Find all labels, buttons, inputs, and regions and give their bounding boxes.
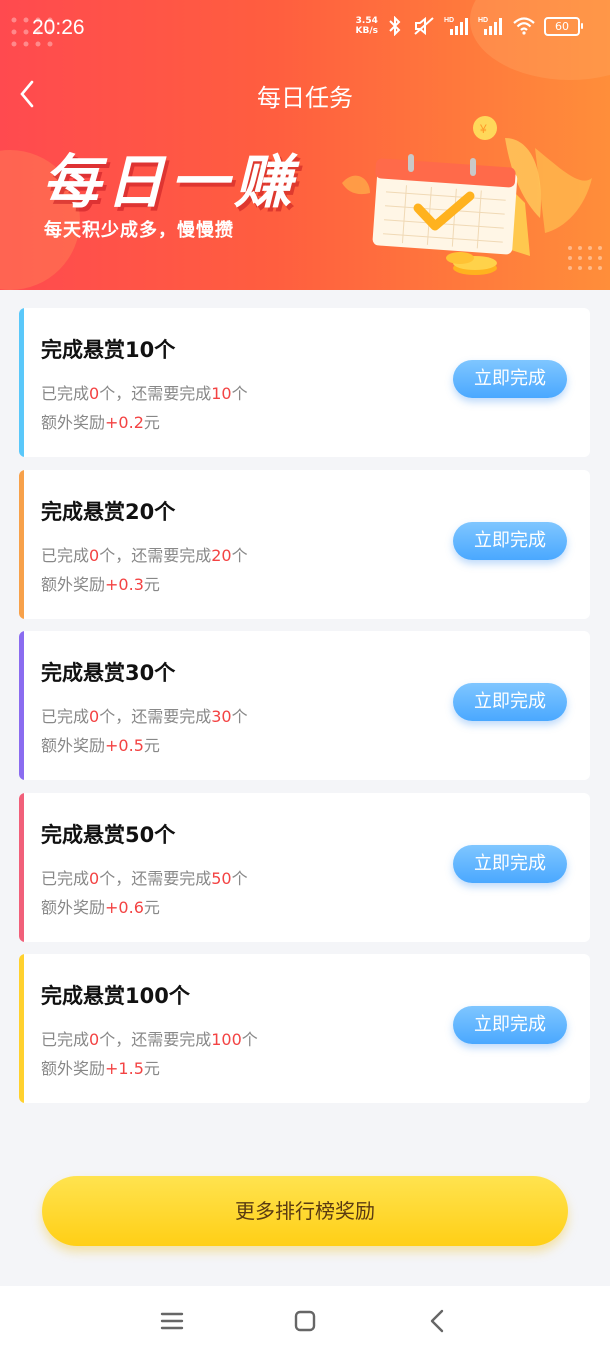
- reward-amount: +0.2: [105, 413, 144, 432]
- task-accent-bar: [19, 308, 24, 457]
- task-card: 完成悬赏30个 已完成0个，还需要完成30个 额外奖励+0.5元 立即完成: [19, 631, 590, 780]
- task-reward-text: 额外奖励+0.2元: [41, 413, 160, 432]
- task-progress-text: 已完成0个，还需要完成10个: [41, 384, 248, 403]
- system-nav-bar: [0, 1286, 610, 1356]
- done-count: 0: [89, 707, 100, 726]
- complete-now-button[interactable]: 立即完成: [453, 360, 567, 398]
- task-title: 完成悬赏30个: [41, 661, 176, 685]
- status-time: 20:26: [32, 16, 85, 39]
- task-title: 完成悬赏100个: [41, 984, 190, 1008]
- banner-subtitle: 每天积少成多，慢慢攒: [44, 220, 234, 241]
- mute-icon: [414, 16, 434, 36]
- reward-amount: +0.6: [105, 897, 144, 917]
- banner-title: 每日一赚: [42, 148, 299, 216]
- task-accent-bar: [19, 631, 24, 780]
- status-bar: 20:26 3.54 KB/s HD HD 60: [0, 0, 610, 60]
- remain-count: 10: [211, 384, 232, 403]
- task-reward-text: 额外奖励+0.5元: [41, 736, 160, 755]
- done-count: 0: [89, 384, 100, 403]
- task-card: 完成悬赏100个 已完成0个，还需要完成100个 额外奖励+1.5元 立即完成: [19, 954, 590, 1103]
- wifi-icon: [513, 17, 535, 35]
- complete-now-button[interactable]: 立即完成: [453, 521, 567, 560]
- remain-count: 100: [211, 1030, 242, 1049]
- task-accent-bar: [19, 792, 24, 942]
- done-count: 0: [89, 545, 100, 565]
- task-progress-text: 已完成0个，还需要完成100个: [41, 1030, 258, 1049]
- task-accent-bar: [19, 954, 24, 1103]
- complete-now-button[interactable]: 立即完成: [453, 844, 567, 883]
- reward-amount: +1.5: [105, 1059, 144, 1078]
- remain-count: 50: [211, 868, 232, 888]
- task-card: 完成悬赏10个 已完成0个，还需要完成10个 额外奖励+0.2元 立即完成: [19, 308, 590, 457]
- task-card: 完成悬赏50个 已完成0个，还需要完成50个 额外奖励+0.6元 立即完成: [19, 792, 590, 942]
- back-icon[interactable]: [423, 1306, 453, 1336]
- task-title: 完成悬赏50个: [41, 822, 176, 847]
- status-icons: 3.54 KB/s HD HD 60: [355, 16, 583, 36]
- home-square-icon[interactable]: [290, 1306, 320, 1336]
- task-accent-bar: [19, 469, 24, 619]
- remain-count: 20: [211, 545, 232, 565]
- task-reward-text: 额外奖励+1.5元: [41, 1059, 160, 1078]
- task-title: 完成悬赏10个: [41, 338, 176, 362]
- complete-now-button[interactable]: 立即完成: [453, 1006, 567, 1044]
- reward-amount: +0.5: [105, 736, 144, 755]
- svg-text:HD: HD: [444, 17, 454, 24]
- battery-icon: 60: [544, 16, 583, 36]
- done-count: 0: [89, 1030, 100, 1049]
- task-card: 完成悬赏20个 已完成0个，还需要完成20个 额外奖励+0.3元 立即完成: [19, 469, 590, 619]
- menu-icon[interactable]: [157, 1306, 187, 1336]
- task-title: 完成悬赏20个: [41, 499, 176, 524]
- hd-signal-icon: HD: [444, 17, 468, 35]
- done-count: 0: [89, 868, 100, 888]
- hd-signal-icon: HD: [478, 17, 502, 35]
- net-speed: 3.54 KB/s: [355, 16, 378, 36]
- task-progress-text: 已完成0个，还需要完成20个: [41, 545, 248, 565]
- calendar-illustration: ¥: [342, 116, 592, 275]
- remain-count: 30: [211, 707, 232, 726]
- svg-text:¥: ¥: [479, 122, 487, 136]
- bluetooth-icon: [389, 16, 401, 36]
- more-leaderboard-rewards-button[interactable]: 更多排行榜奖励: [42, 1176, 568, 1246]
- task-progress-text: 已完成0个，还需要完成50个: [41, 868, 248, 888]
- task-reward-text: 额外奖励+0.6元: [41, 897, 160, 917]
- task-reward-text: 额外奖励+0.3元: [41, 574, 160, 594]
- task-progress-text: 已完成0个，还需要完成30个: [41, 707, 248, 726]
- header-banner: 20:26 3.54 KB/s HD HD 60 每日任务 每日一赚 每天积少成…: [0, 0, 610, 290]
- reward-amount: +0.3: [105, 574, 144, 594]
- svg-text:HD: HD: [478, 17, 488, 24]
- complete-now-button[interactable]: 立即完成: [453, 683, 567, 721]
